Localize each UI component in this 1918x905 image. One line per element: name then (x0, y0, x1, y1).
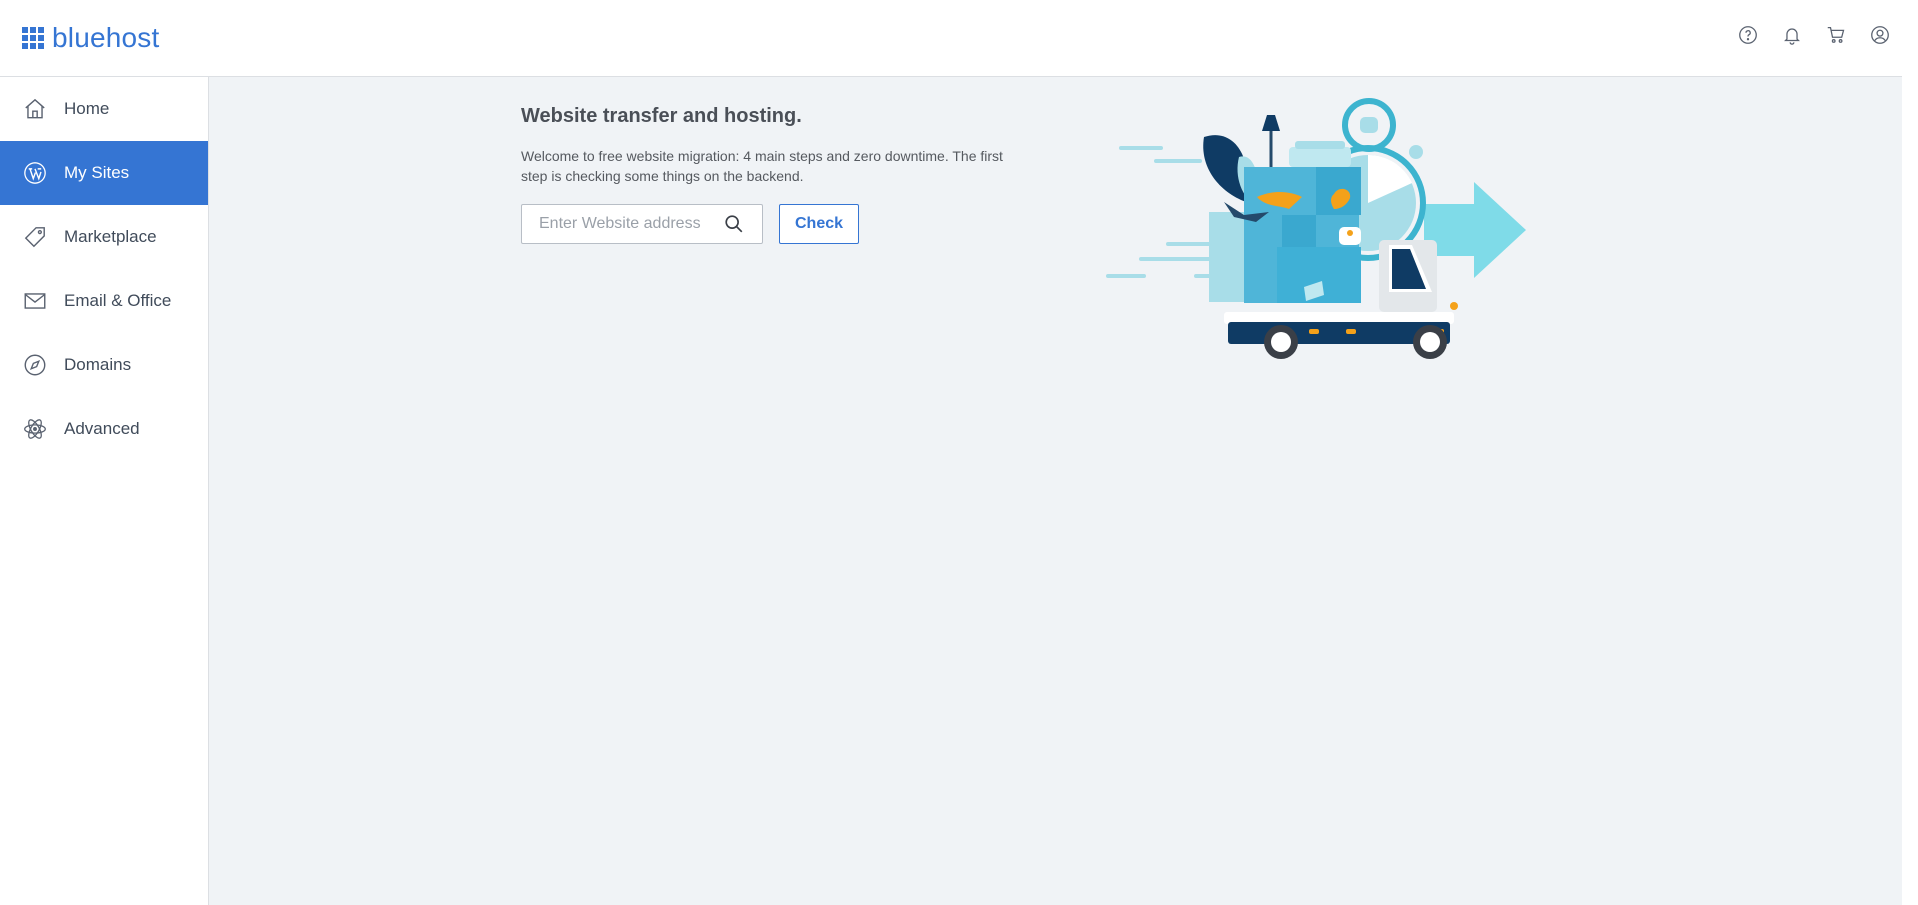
bell-icon[interactable] (1770, 22, 1814, 48)
mail-icon (22, 288, 48, 314)
atom-icon (22, 416, 48, 442)
tag-icon (22, 224, 48, 250)
top-header: bluehost (0, 0, 1902, 77)
wordpress-icon (22, 160, 48, 186)
sidebar-item-label: Domains (64, 355, 132, 374)
help-icon[interactable] (1726, 22, 1770, 48)
sidebar-item-my-sites[interactable]: My Sites (0, 141, 208, 205)
sidebar: Home My Sites Marketplace Email & Office (0, 77, 209, 905)
page-title: Website transfer and hosting. (521, 105, 802, 127)
sidebar-item-label: Marketplace (64, 227, 157, 246)
account-icon[interactable] (1858, 22, 1902, 48)
sidebar-item-label: Home (64, 99, 110, 118)
page-description: Welcome to free website migration: 4 mai… (521, 148, 1003, 184)
main-content: Website transfer and hosting. Welcome to… (209, 77, 1902, 905)
sidebar-item-label: Email & Office (64, 291, 172, 310)
logo-text: bluehost (52, 22, 160, 53)
sidebar-item-label: My Sites (64, 163, 130, 182)
cart-icon[interactable] (1814, 22, 1858, 48)
sidebar-item-domains[interactable]: Domains (0, 333, 208, 397)
home-icon (22, 96, 48, 122)
website-address-field[interactable] (521, 204, 763, 244)
sidebar-item-label: Advanced (64, 419, 140, 438)
compass-icon (22, 352, 48, 378)
website-check-form: Check (521, 204, 1021, 244)
sidebar-item-email-office[interactable]: Email & Office (0, 269, 208, 333)
migration-panel: Website transfer and hosting. Welcome to… (521, 105, 1021, 244)
sidebar-item-advanced[interactable]: Advanced (0, 397, 208, 461)
search-icon[interactable] (723, 212, 747, 236)
bluehost-logo[interactable]: bluehost (22, 24, 159, 52)
header-actions (1726, 22, 1902, 48)
check-button[interactable]: Check (779, 204, 859, 244)
logo-grid-icon (22, 27, 44, 49)
moving-truck-illustration (1106, 98, 1526, 359)
website-address-input[interactable] (539, 215, 719, 233)
sidebar-item-home[interactable]: Home (0, 77, 208, 141)
page-scrollbar[interactable] (1902, 0, 1918, 905)
sidebar-item-marketplace[interactable]: Marketplace (0, 205, 208, 269)
